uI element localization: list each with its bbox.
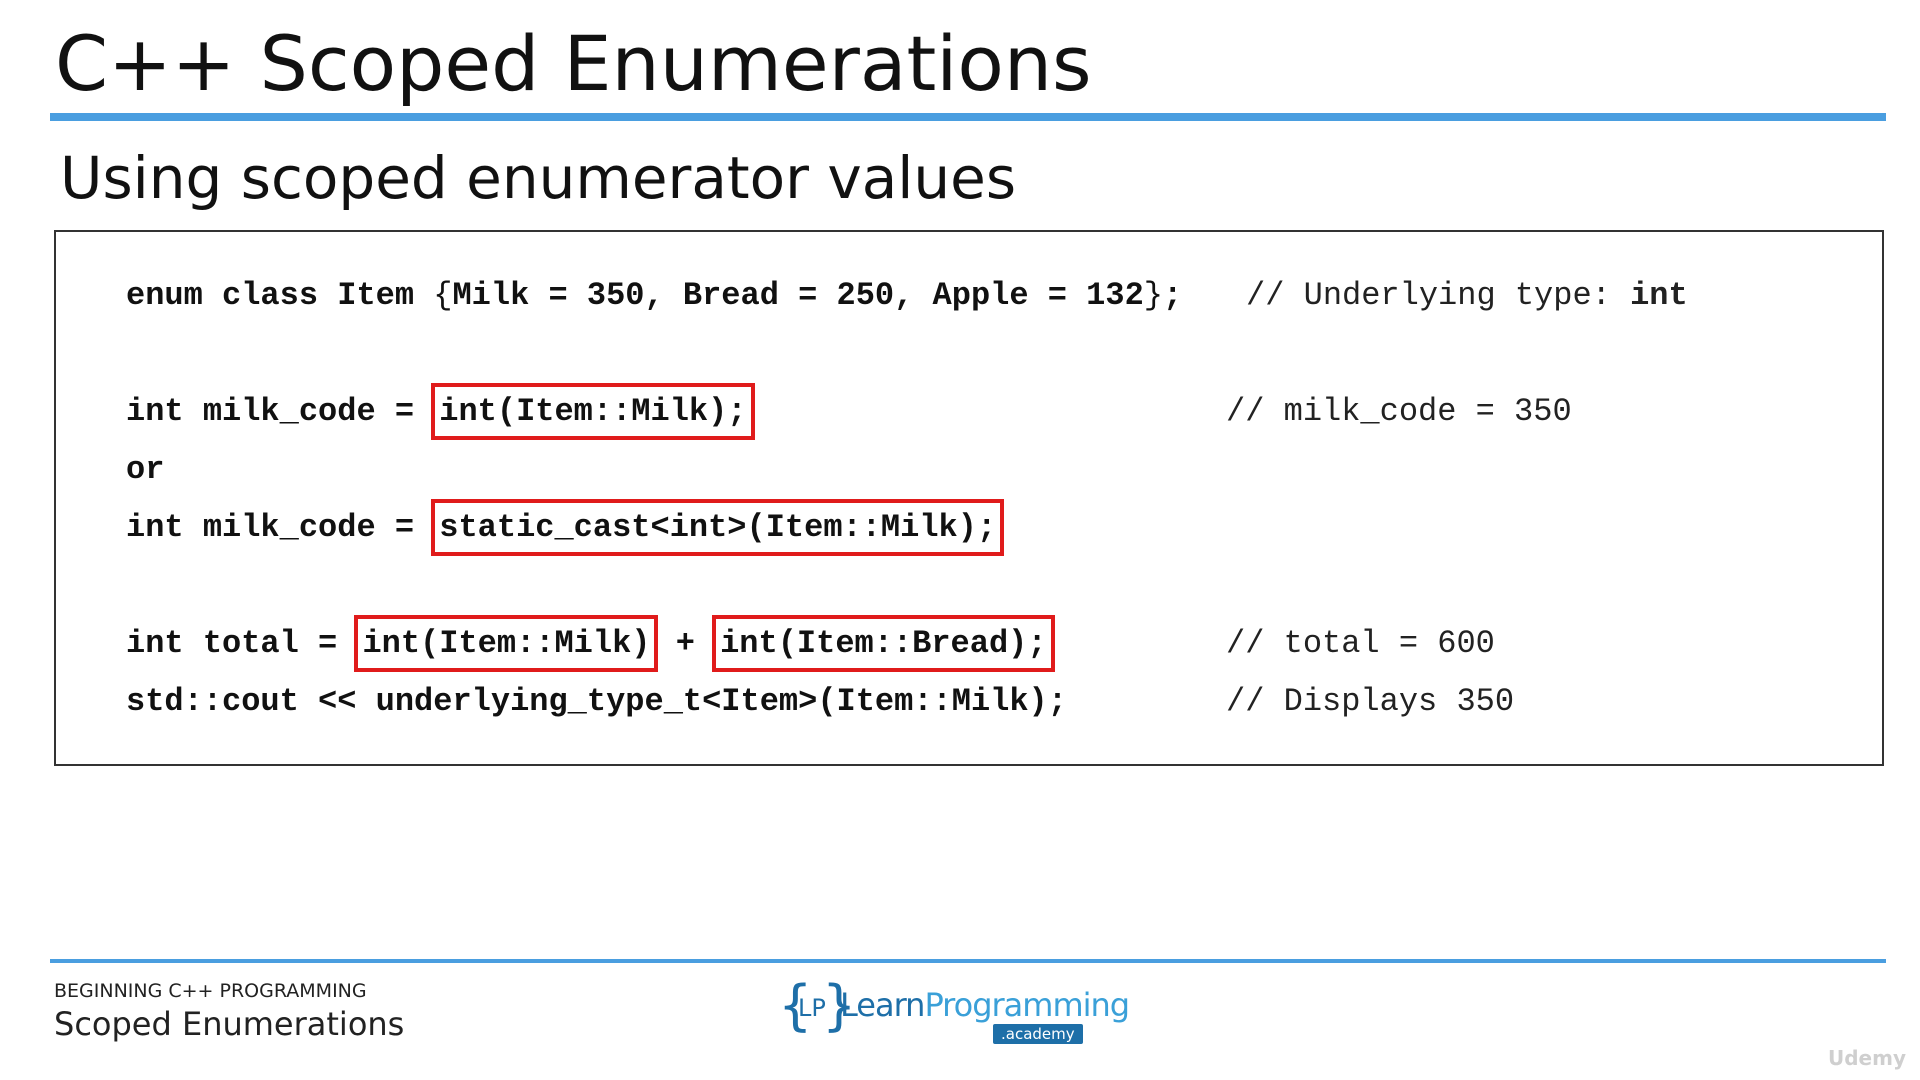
code-line-total: int total = int(Item::Milk) + int(Item::… xyxy=(126,615,1055,672)
highlight-box: int(Item::Bread); xyxy=(712,615,1055,672)
udemy-watermark: Udemy xyxy=(1828,1046,1906,1070)
code-line-enum-declaration: enum class Item {Milk = 350, Bread = 250… xyxy=(126,277,1183,314)
code-line-milk-code-int: int milk_code = int(Item::Milk); xyxy=(126,383,755,440)
code-line-cout: std::cout << underlying_type_t<Item>(Ite… xyxy=(126,683,1067,720)
highlight-box: int(Item::Milk); xyxy=(431,383,755,440)
code-line-or: or xyxy=(126,451,165,488)
highlight-box: int(Item::Milk) xyxy=(354,615,659,672)
code-comment-underlying-type: // Underlying type: int xyxy=(1246,277,1688,314)
footer-course-name: BEGINNING C++ PROGRAMMING xyxy=(54,980,367,1002)
code-comment-total: // total = 600 xyxy=(1226,625,1495,662)
title-divider xyxy=(50,113,1886,121)
code-comment-milk-code: // milk_code = 350 xyxy=(1226,393,1572,430)
code-box: enum class Item {Milk = 350, Bread = 250… xyxy=(54,230,1884,766)
footer-divider xyxy=(50,959,1886,963)
logo-wordmark: LearnProgramming xyxy=(840,986,1130,1024)
highlight-box: static_cast<int>(Item::Milk); xyxy=(431,499,1005,556)
code-comment-displays: // Displays 350 xyxy=(1226,683,1515,720)
slide-title: C++ Scoped Enumerations xyxy=(55,19,1092,108)
footer-topic: Scoped Enumerations xyxy=(54,1005,405,1043)
learnprogramming-logo: { LP } LearnProgramming .academy xyxy=(778,978,1130,1044)
slide-subtitle: Using scoped enumerator values xyxy=(60,144,1017,212)
logo-academy-badge: .academy xyxy=(993,1024,1083,1044)
code-line-milk-code-static-cast: int milk_code = static_cast<int>(Item::M… xyxy=(126,499,1005,556)
